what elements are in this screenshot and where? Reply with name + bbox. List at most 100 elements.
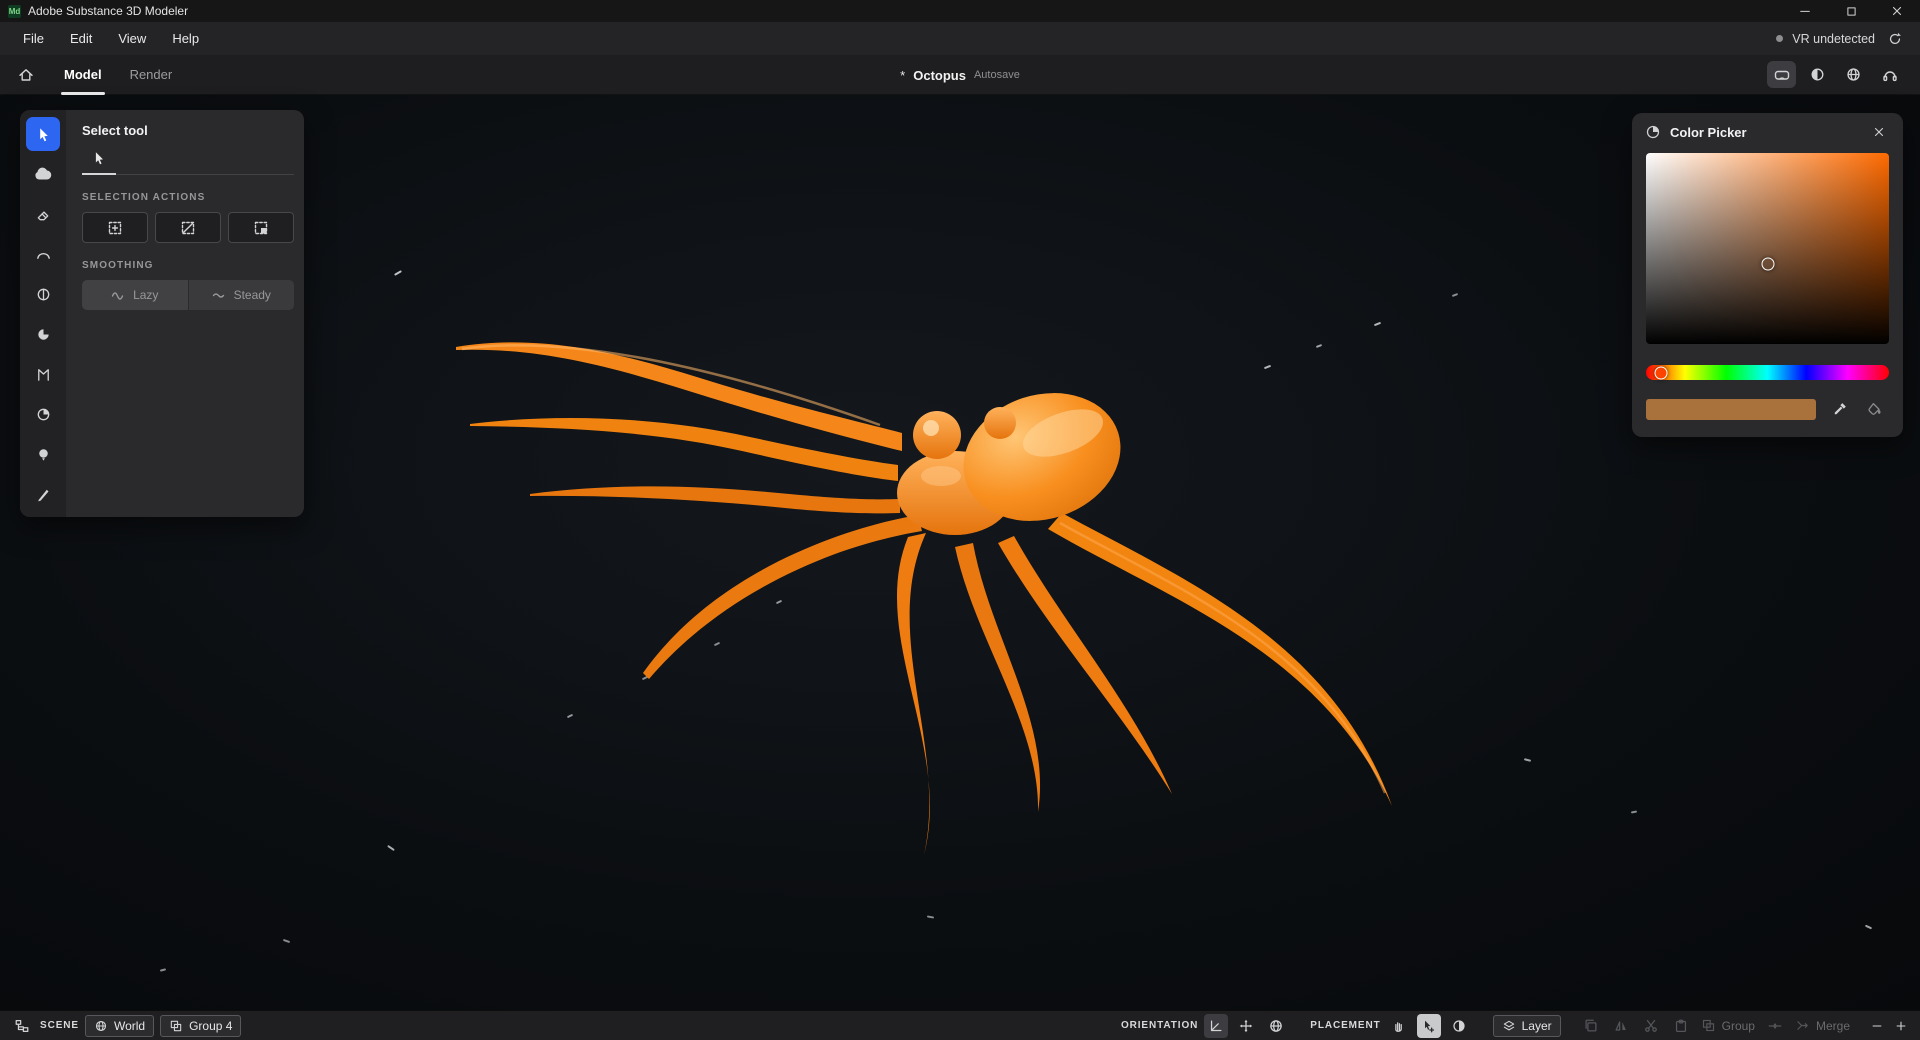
- layer-stack-icon: [1503, 1020, 1514, 1030]
- mask-tool-icon: [37, 368, 49, 381]
- minimize-button[interactable]: [1782, 0, 1828, 22]
- world-button[interactable]: World: [84, 1014, 155, 1037]
- tool-inflate-button[interactable]: [26, 437, 60, 471]
- smoothing-lazy-button[interactable]: Lazy: [82, 280, 188, 310]
- sv-cursor[interactable]: [1761, 257, 1774, 271]
- window-title: Adobe Substance 3D Modeler: [28, 4, 189, 18]
- environment-button[interactable]: [1839, 61, 1868, 88]
- select-none-button[interactable]: [155, 212, 221, 243]
- split-button[interactable]: [1763, 1014, 1787, 1038]
- vr-desktop-icon: [1774, 70, 1789, 80]
- current-color-swatch[interactable]: [1646, 398, 1816, 420]
- tool-strip: [20, 110, 66, 517]
- menu-help[interactable]: Help: [159, 26, 212, 51]
- eyedropper-button[interactable]: [1827, 397, 1851, 421]
- hue-slider[interactable]: [1646, 365, 1889, 380]
- inflate-tool-icon: [38, 448, 48, 461]
- placement-label: PLACEMENT: [1310, 1020, 1381, 1031]
- orientation-axes-button[interactable]: [1204, 1013, 1229, 1038]
- menu-view[interactable]: View: [105, 26, 159, 51]
- head-highlight: [921, 466, 961, 486]
- menu-edit[interactable]: Edit: [57, 26, 105, 51]
- scene-label: SCENE: [40, 1020, 79, 1031]
- tool-split-button[interactable]: [26, 277, 60, 311]
- lazy-wave-icon: [111, 292, 124, 300]
- close-button[interactable]: [1874, 0, 1920, 22]
- sv-gradient[interactable]: [1646, 153, 1889, 344]
- tool-pottery-button[interactable]: [26, 317, 60, 351]
- group4-button[interactable]: Group 4: [160, 1014, 242, 1037]
- mode-tab-bar: Model Render * Octopus Autosave: [0, 55, 1920, 95]
- layer-group: Layer: [1492, 1014, 1561, 1037]
- tool-variant-row: [82, 147, 294, 175]
- headset-button[interactable]: [1875, 61, 1904, 88]
- bump-highlight: [923, 420, 939, 436]
- select-none-icon: [181, 221, 195, 234]
- fill-button[interactable]: [1862, 397, 1886, 421]
- tab-render[interactable]: Render: [116, 55, 187, 95]
- vr-desktop-mode-button[interactable]: [1767, 61, 1796, 88]
- mirror-button[interactable]: [1609, 1014, 1633, 1038]
- headset-icon: [1882, 70, 1897, 81]
- vr-refresh-button[interactable]: [1884, 28, 1906, 50]
- color-picker-close-button[interactable]: [1868, 121, 1890, 143]
- tool-mask-button[interactable]: [26, 357, 60, 391]
- orientation-gizmo-button[interactable]: [1234, 1014, 1258, 1038]
- select-add-icon: [108, 221, 122, 234]
- tab-model[interactable]: Model: [50, 55, 116, 95]
- merge-icon: [1797, 1021, 1808, 1030]
- modified-indicator: *: [900, 67, 906, 83]
- vr-status-text: VR undetected: [1792, 31, 1875, 46]
- tool-erase-button[interactable]: [26, 197, 60, 231]
- tool-variant-select[interactable]: [82, 147, 116, 175]
- placement-sphere-button[interactable]: [1447, 1014, 1471, 1038]
- steady-wave-icon: [212, 293, 224, 298]
- group-button[interactable]: Group: [1699, 1015, 1757, 1037]
- zoom-group: [1868, 1014, 1910, 1038]
- hue-cursor[interactable]: [1654, 366, 1668, 379]
- zoom-out-button[interactable]: [1868, 1014, 1886, 1038]
- paste-button[interactable]: [1669, 1014, 1693, 1038]
- group-objects-icon: [1702, 1019, 1714, 1032]
- duplicate-button[interactable]: [1579, 1014, 1603, 1038]
- placement-hand-button[interactable]: [1387, 1014, 1411, 1038]
- cut-button[interactable]: [1639, 1014, 1663, 1038]
- color-picker-body: [1632, 151, 1903, 421]
- split-arrows-icon: [1768, 1023, 1782, 1028]
- status-bar: SCENE World Group 4 ORIENTATION PLACEMEN…: [0, 1010, 1920, 1040]
- axes-icon: [1211, 1019, 1222, 1031]
- tentacle-left-3: [530, 486, 900, 514]
- smoothing-steady-button[interactable]: Steady: [187, 280, 294, 310]
- globe-icon: [1270, 1019, 1283, 1032]
- layer-button[interactable]: Layer: [1492, 1014, 1561, 1037]
- sphere-view-button[interactable]: [1803, 61, 1832, 88]
- menu-file[interactable]: File: [10, 26, 57, 51]
- tool-slice-button[interactable]: [26, 397, 60, 431]
- tool-smooth-button[interactable]: [26, 237, 60, 271]
- placement-group: PLACEMENT: [1310, 1013, 1471, 1038]
- select-invert-button[interactable]: [228, 212, 294, 243]
- tool-clay-button[interactable]: [26, 157, 60, 191]
- orientation-world-button[interactable]: [1264, 1014, 1288, 1038]
- eyedropper-icon: [1834, 402, 1846, 414]
- select-add-button[interactable]: [82, 212, 148, 243]
- home-button[interactable]: [10, 60, 42, 90]
- title-bar: Md Adobe Substance 3D Modeler: [0, 0, 1920, 22]
- vr-status-dot: [1776, 35, 1784, 42]
- scissors-icon: [1644, 1019, 1657, 1032]
- contrast-icon: [1452, 1019, 1465, 1032]
- merge-button[interactable]: Merge: [1793, 1015, 1852, 1037]
- scene-tree-icon: [10, 1014, 34, 1038]
- clipboard-icon: [1675, 1019, 1686, 1032]
- tool-select-button[interactable]: [26, 117, 60, 151]
- tentacle-down-1: [896, 533, 930, 855]
- zoom-in-button[interactable]: [1892, 1014, 1910, 1038]
- selection-actions-label: SELECTION ACTIONS: [82, 192, 206, 203]
- tool-brush-button[interactable]: [26, 477, 60, 511]
- selection-actions-row: [82, 212, 294, 243]
- maximize-button[interactable]: [1828, 0, 1874, 22]
- window-controls: [1782, 0, 1920, 22]
- orientation-group: ORIENTATION: [1121, 1013, 1288, 1038]
- placement-snap-button[interactable]: [1416, 1013, 1441, 1038]
- smooth-tool-icon: [36, 252, 50, 259]
